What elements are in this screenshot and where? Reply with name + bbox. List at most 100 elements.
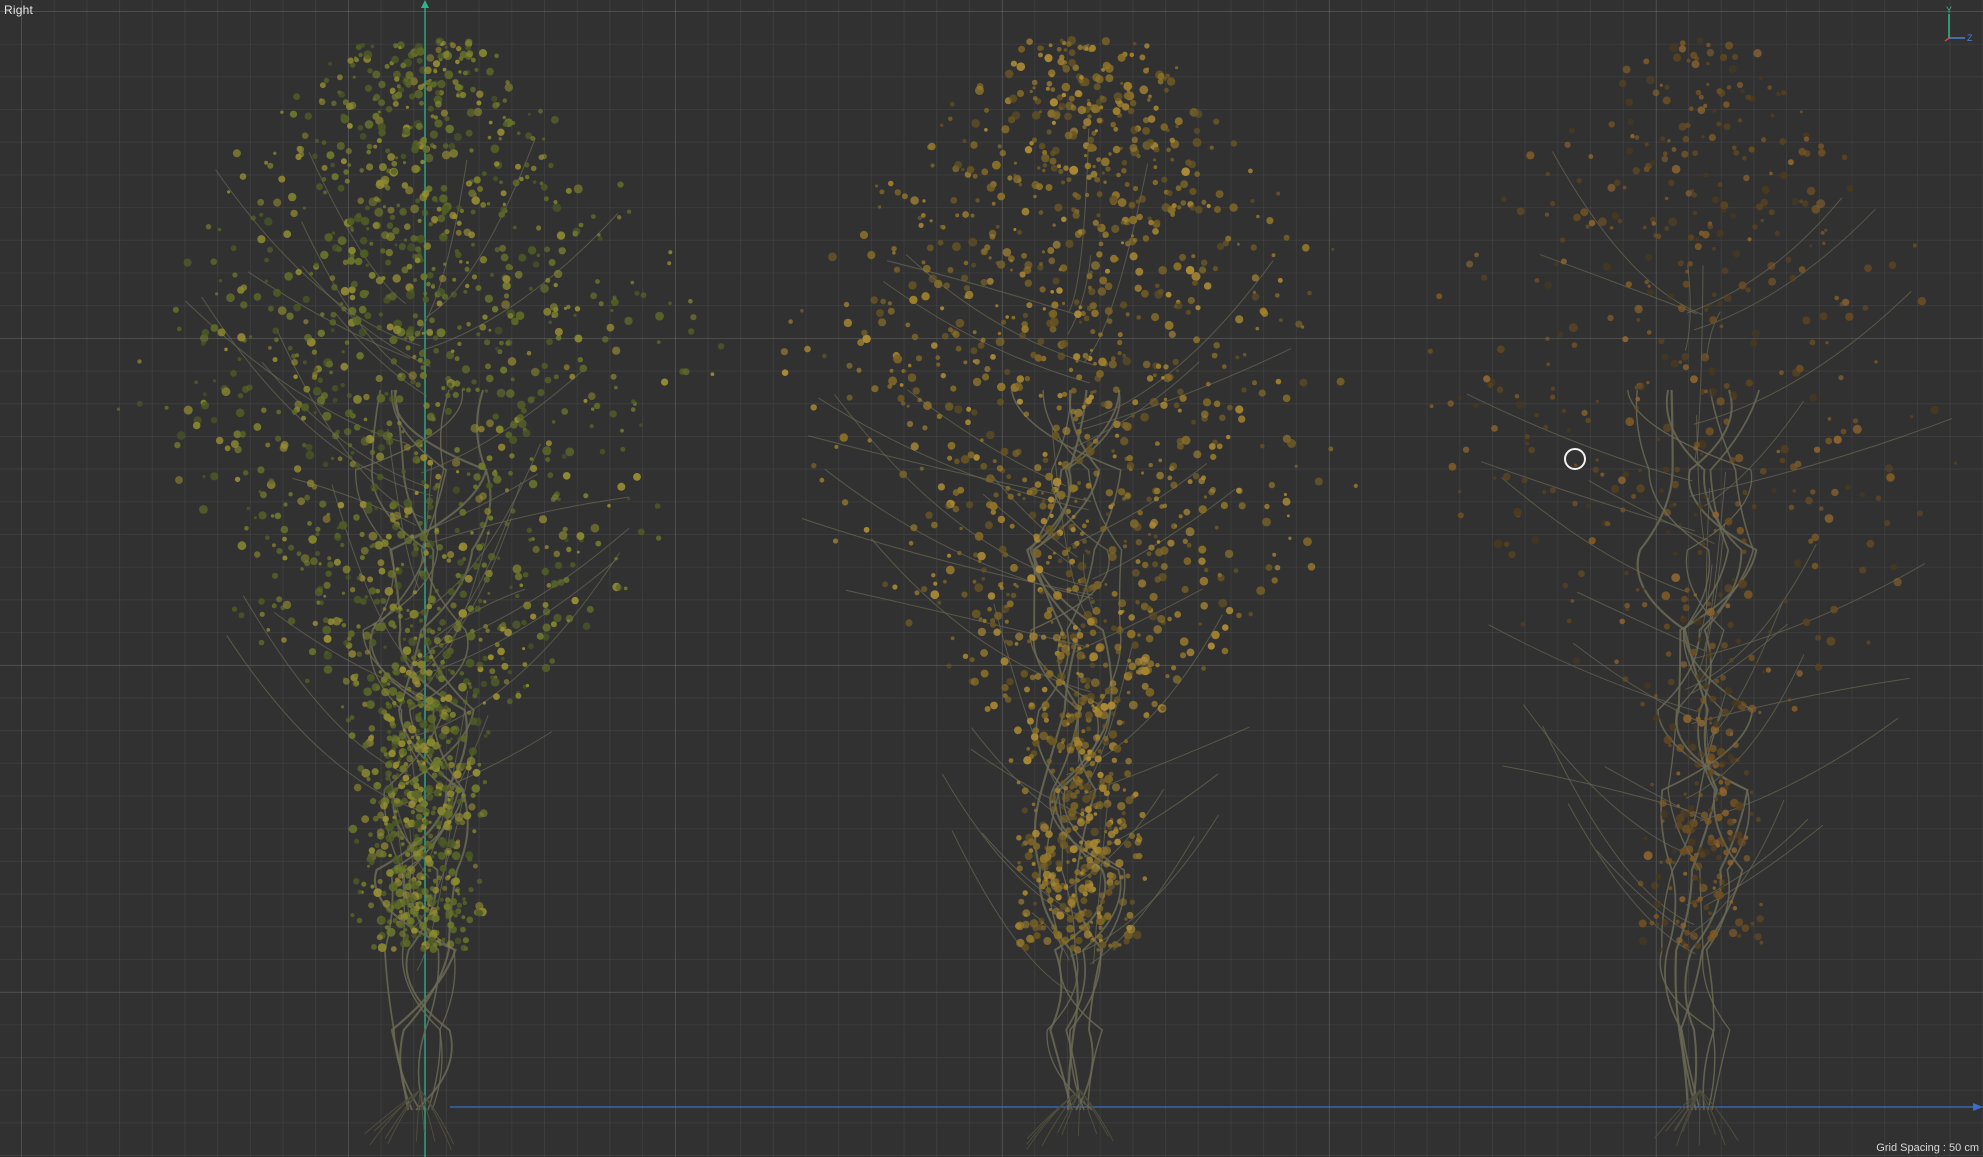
leaf: [1260, 443, 1265, 449]
leaf: [267, 162, 274, 169]
leaf: [1089, 751, 1097, 759]
leaf: [1724, 517, 1733, 526]
leaf: [463, 811, 472, 820]
leaf: [906, 404, 910, 408]
leaf: [450, 878, 459, 886]
leaf: [1072, 815, 1078, 821]
leaf: [425, 540, 435, 549]
leaf: [453, 133, 462, 141]
tree-late-autumn[interactable]: [1427, 37, 1983, 1146]
leaf: [433, 851, 437, 855]
leaf: [1674, 466, 1680, 473]
leaf: [403, 498, 413, 508]
world-z-axis-arrow: [1973, 1103, 1983, 1111]
leaf: [1166, 77, 1176, 86]
leaf: [1146, 496, 1152, 503]
leaf: [497, 626, 501, 631]
leaf: [1036, 166, 1041, 170]
leaf: [1692, 150, 1698, 157]
leaf: [1288, 536, 1292, 540]
leaf: [1647, 284, 1651, 288]
leaf: [1043, 664, 1047, 668]
leaf: [528, 479, 538, 489]
3d-viewport[interactable]: Right Y Z Grid Spacing : 50 cm: [0, 0, 1983, 1157]
tree-early-autumn[interactable]: [780, 36, 1358, 1150]
leaf: [945, 402, 954, 411]
axis-gizmo[interactable]: Y Z: [1931, 4, 1975, 44]
scene-canvas[interactable]: [0, 0, 1983, 1157]
leaf: [476, 909, 484, 917]
leaf: [503, 293, 510, 299]
leaf: [470, 423, 480, 433]
leaf: [365, 501, 373, 509]
leaf: [1809, 339, 1816, 346]
leaf: [1214, 206, 1221, 213]
leaf: [1052, 277, 1060, 285]
leaf: [1000, 581, 1004, 586]
leaf: [542, 623, 551, 632]
leaf: [1748, 704, 1757, 713]
leaf: [682, 368, 690, 376]
leaf: [430, 649, 436, 655]
leaf: [1822, 241, 1826, 246]
leaf: [1083, 783, 1092, 792]
leaf: [542, 602, 549, 608]
leaf: [1768, 209, 1775, 216]
leaf: [1121, 159, 1128, 166]
leaf: [532, 396, 536, 400]
leaf: [1252, 290, 1257, 295]
leaf: [408, 93, 416, 100]
leaf: [1029, 674, 1036, 681]
leaf: [1694, 781, 1699, 786]
leaf: [1728, 64, 1737, 74]
leaf: [1143, 712, 1150, 719]
leaf: [447, 588, 455, 596]
leaf: [368, 902, 375, 909]
leaf: [1192, 472, 1200, 480]
leaf: [366, 163, 374, 171]
leaf: [1685, 752, 1692, 758]
leaf: [1614, 659, 1619, 665]
leaf: [484, 294, 493, 303]
leaf: [212, 379, 217, 383]
leaf: [356, 651, 362, 657]
leaf: [1258, 389, 1266, 397]
leaf: [1200, 602, 1208, 610]
leaf: [1681, 150, 1689, 158]
leaf: [1103, 619, 1108, 623]
leaf: [446, 940, 455, 949]
leaf: [1640, 701, 1645, 707]
leaf: [1046, 606, 1053, 613]
leaf: [359, 531, 365, 538]
leaf: [368, 725, 376, 732]
leaf: [175, 476, 183, 484]
leaf: [1046, 129, 1052, 135]
tree-summer[interactable]: [116, 37, 725, 1150]
leaf: [1119, 898, 1127, 907]
leaf: [324, 233, 333, 242]
leaf: [1158, 458, 1163, 463]
leaf: [1039, 45, 1045, 51]
leaf: [1042, 150, 1048, 155]
leaf: [950, 385, 957, 392]
leaf: [997, 398, 1004, 406]
leaf: [523, 601, 532, 610]
leaf: [1678, 522, 1682, 527]
leaf: [1049, 513, 1054, 519]
leaf: [1743, 855, 1751, 862]
leaf: [353, 595, 362, 604]
leaf: [1160, 123, 1168, 131]
leaf: [1127, 629, 1136, 639]
leaf: [1111, 941, 1119, 949]
leaf: [1061, 301, 1066, 305]
leaf: [512, 620, 521, 629]
leaf: [487, 135, 492, 140]
leaf: [1733, 149, 1740, 156]
leaf: [1092, 164, 1096, 169]
leaf: [1179, 394, 1187, 402]
leaf: [347, 123, 353, 129]
leaf: [1039, 854, 1049, 864]
leaf: [1717, 89, 1726, 97]
leaf: [1684, 944, 1690, 950]
leaf: [322, 515, 331, 524]
